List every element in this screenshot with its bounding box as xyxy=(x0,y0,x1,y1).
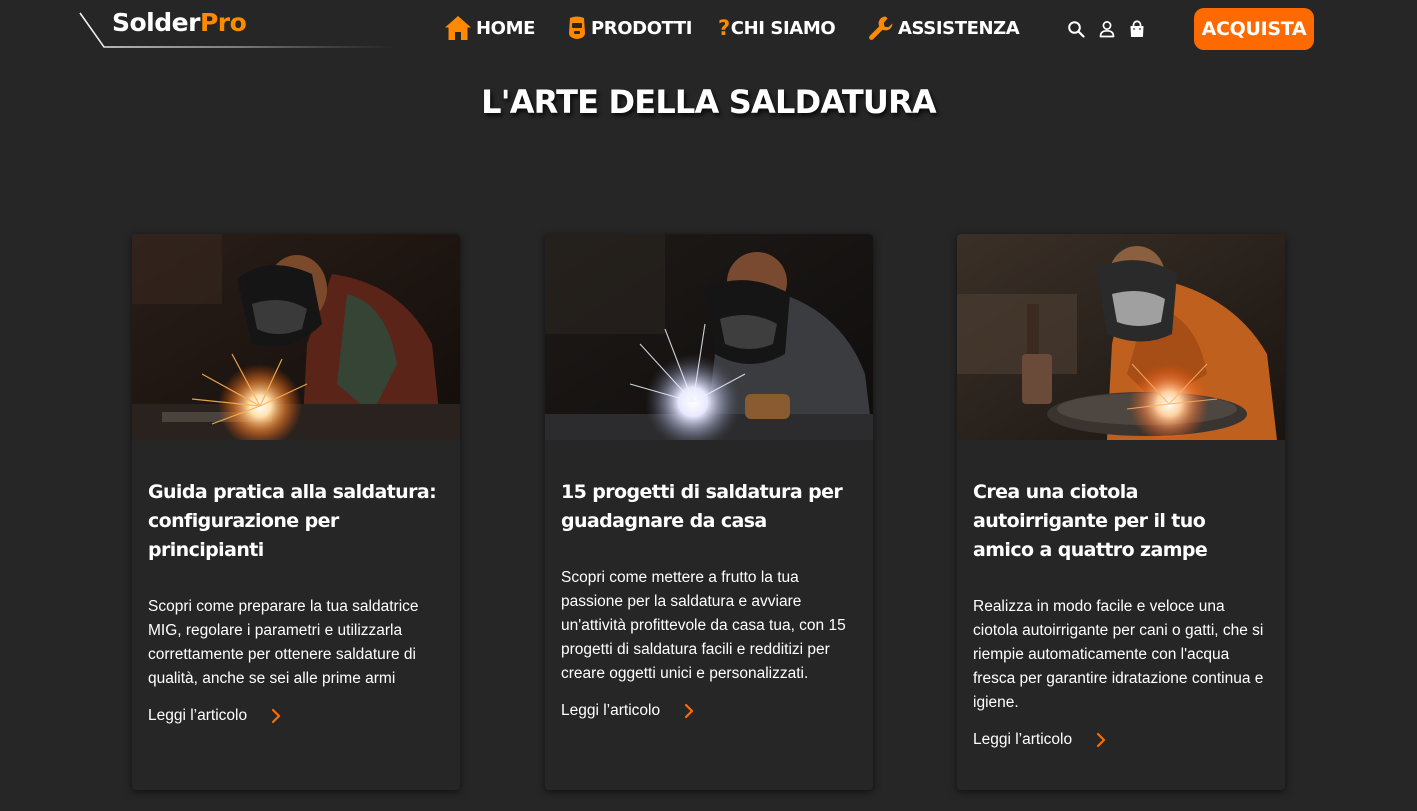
nav-item-chi-siamo[interactable]: ? CHI SIAMO xyxy=(718,13,836,43)
welder-grey-jacket-sparks-photo[interactable] xyxy=(545,234,873,440)
nav-item-home-label: HOME xyxy=(476,17,535,39)
read-article-label: Leggi l’articolo xyxy=(973,731,1073,748)
article-description: Realizza in modo facile e veloce una cio… xyxy=(973,598,1264,711)
nav-item-prodotti-label: PRODOTTI xyxy=(591,17,693,39)
search-icon[interactable] xyxy=(1067,20,1085,38)
welder-with-mask-and-sparks-photo[interactable] xyxy=(132,234,460,440)
wrench-icon xyxy=(869,16,893,40)
article-card[interactable]: Guida pratica alla saldatura: configuraz… xyxy=(132,234,460,790)
buy-button[interactable]: ACQUISTA xyxy=(1194,8,1314,50)
nav-item-assistenza[interactable]: ASSISTENZA xyxy=(868,13,1020,43)
nav-item-chi-siamo-label: CHI SIAMO xyxy=(730,17,836,39)
nav-item-home[interactable]: HOME xyxy=(444,13,535,43)
article-title[interactable]: 15 progetti di saldatura per guadagnare … xyxy=(561,478,857,536)
welding-mask-icon xyxy=(569,16,585,39)
read-article-label: Leggi l’articolo xyxy=(148,707,248,724)
logo-text-pro: Pro xyxy=(199,8,247,37)
article-title[interactable]: Crea una ciotola autoirrigante per il tu… xyxy=(973,478,1269,565)
shopping-bag-icon[interactable] xyxy=(1128,20,1146,38)
article-card-body: 15 progetti di saldatura per guadagnare … xyxy=(545,440,873,720)
user-icon[interactable] xyxy=(1098,20,1116,38)
chevron-right-icon xyxy=(271,708,281,724)
logo-text: SolderPro xyxy=(112,8,247,38)
chevron-right-icon xyxy=(1096,732,1106,748)
article-description: Scopri come mettere a frutto la tua pass… xyxy=(561,569,846,682)
chevron-right-icon xyxy=(684,703,694,719)
home-icon xyxy=(445,16,471,40)
nav-item-prodotti[interactable]: PRODOTTI xyxy=(567,13,692,43)
article-title[interactable]: Guida pratica alla saldatura: configuraz… xyxy=(148,478,444,565)
article-description: Scopri come preparare la tua saldatrice … xyxy=(148,598,419,687)
article-card-body: Guida pratica alla saldatura: configuraz… xyxy=(132,440,460,725)
article-card-body: Crea una ciotola autoirrigante per il tu… xyxy=(957,440,1285,749)
question-icon: ? xyxy=(718,16,730,40)
welder-orange-jacket-workshop-photo[interactable] xyxy=(957,234,1285,440)
read-article-link[interactable]: Leggi l’articolo xyxy=(148,707,281,725)
logo-text-solder: Solder xyxy=(112,8,200,37)
read-article-label: Leggi l’articolo xyxy=(561,702,661,719)
nav-item-assistenza-label: ASSISTENZA xyxy=(898,17,1020,39)
read-article-link[interactable]: Leggi l’articolo xyxy=(973,731,1106,749)
site-header: SolderPro HOME PRODOTTI ? CHI SIAMO ASSI… xyxy=(0,0,1417,60)
read-article-link[interactable]: Leggi l’articolo xyxy=(561,702,694,720)
logo[interactable]: SolderPro xyxy=(78,4,398,50)
article-card[interactable]: Crea una ciotola autoirrigante per il tu… xyxy=(957,234,1285,790)
article-card[interactable]: 15 progetti di saldatura per guadagnare … xyxy=(545,234,873,790)
page-title: L'ARTE DELLA SALDATURA xyxy=(481,83,937,121)
